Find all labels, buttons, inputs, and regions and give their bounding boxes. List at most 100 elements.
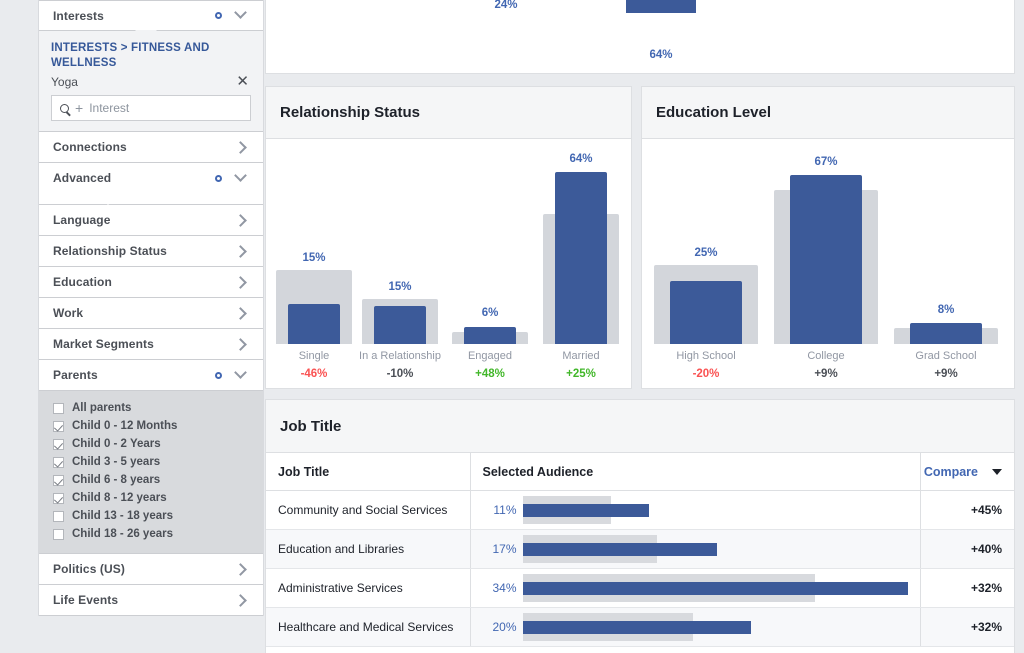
bar-group-college[interactable]: 67% xyxy=(774,139,878,344)
sidebar-item-connections[interactable]: Connections xyxy=(39,132,263,163)
sidebar-item-education[interactable]: Education xyxy=(39,267,263,298)
chevron-right-icon xyxy=(234,244,247,258)
filter-applied-icon xyxy=(215,371,222,379)
checkbox-child-0-2-years[interactable]: Child 0 - 2 Years xyxy=(53,435,263,453)
checkbox-all-parents[interactable]: All parents xyxy=(53,399,263,417)
bar-selected xyxy=(522,543,717,556)
chevron-right-icon xyxy=(234,562,247,576)
cell-percent: 20% xyxy=(492,620,517,634)
bar-group-high-school[interactable]: 25% xyxy=(654,139,758,344)
checkbox-child-8-12-years[interactable]: Child 8 - 12 years xyxy=(53,489,263,507)
checkbox-child-3-5-years[interactable]: Child 3 - 5 years xyxy=(53,453,263,471)
bar-selected xyxy=(464,327,516,344)
cell-compare-delta: +40% xyxy=(920,529,1014,569)
sidebar-item-label: Market Segments xyxy=(53,337,154,351)
chevron-right-icon xyxy=(234,140,247,154)
delta-label: +25% xyxy=(566,368,596,380)
bar-value-label: 6% xyxy=(481,307,499,319)
search-input-placeholder[interactable]: Interest xyxy=(89,101,129,115)
column-header-selected-audience[interactable]: Selected Audience xyxy=(470,452,921,491)
bar-group-in-a-relationship[interactable]: 15% xyxy=(362,139,438,344)
chart-plot-area: 25% High School -20% 67% College +9% 8% … xyxy=(642,139,1014,388)
filters-sidebar: Interests INTERESTS > FITNESS AND WELLNE… xyxy=(38,0,264,616)
table-row[interactable]: Healthcare and Medical Services 20% +32% xyxy=(266,607,1014,647)
close-icon[interactable]: ✕ xyxy=(234,74,251,89)
card-header: Relationship Status xyxy=(266,87,631,139)
checkbox-child-6-8-years[interactable]: Child 6 - 8 years xyxy=(53,471,263,489)
bar-stack xyxy=(522,613,908,641)
sidebar-item-label: Politics (US) xyxy=(53,562,125,576)
table-row[interactable]: Community and Social Services 11% +45% xyxy=(266,490,1014,530)
category-label: Engaged xyxy=(467,350,513,362)
delta-label: +9% xyxy=(934,368,958,380)
bar-group-married[interactable]: 64% xyxy=(543,139,619,344)
chevron-right-icon xyxy=(234,306,247,320)
cell-job-title: Education and Libraries xyxy=(266,529,471,569)
sidebar-item-relationship-status[interactable]: Relationship Status xyxy=(39,236,263,267)
sidebar-item-parents[interactable]: Parents xyxy=(39,360,263,391)
sidebar-item-politics-us[interactable]: Politics (US) xyxy=(39,554,263,585)
chevron-down-icon xyxy=(234,6,247,19)
checkbox-label: Child 0 - 2 Years xyxy=(72,438,161,450)
bar-value-label: 8% xyxy=(937,304,955,316)
delta-label: +9% xyxy=(814,368,838,380)
sidebar-item-label: Relationship Status xyxy=(53,244,167,258)
checkbox-label: Child 3 - 5 years xyxy=(72,456,161,468)
search-icon xyxy=(60,103,69,113)
bar-group-single[interactable]: 15% xyxy=(276,139,352,344)
card-title: Education Level xyxy=(656,104,772,121)
cell-job-title: Healthcare and Medical Services xyxy=(266,607,471,647)
bar-stack xyxy=(522,574,908,602)
checkbox-icon xyxy=(53,402,64,414)
sidebar-item-language[interactable]: Language xyxy=(39,205,263,236)
card-title: Job Title xyxy=(280,417,342,435)
bar-selected xyxy=(910,323,982,344)
column-header-compare[interactable]: Compare xyxy=(920,452,1014,491)
category-label: High School xyxy=(676,350,736,362)
bar-value-label: 67% xyxy=(814,156,838,168)
sidebar-item-market-segments[interactable]: Market Segments xyxy=(39,329,263,360)
card-header: Education Level xyxy=(642,87,1014,139)
category-label: College xyxy=(807,350,845,362)
table-header-row: Job Title Selected Audience Compare xyxy=(266,452,1014,491)
chevron-right-icon xyxy=(234,275,247,289)
sidebar-item-label: Language xyxy=(53,213,111,227)
bar-group-grad-school[interactable]: 8% xyxy=(894,139,998,344)
cell-job-title: Community and Social Services xyxy=(266,490,471,530)
category-label: Married xyxy=(562,350,600,362)
bar-selected xyxy=(522,582,908,595)
chevron-down-icon[interactable] xyxy=(992,468,1002,475)
checkbox-child-13-18-years[interactable]: Child 13 - 18 years xyxy=(53,507,263,525)
delta-label: +48% xyxy=(475,368,505,380)
chevron-down-icon xyxy=(234,168,247,182)
sidebar-item-life-events[interactable]: Life Events xyxy=(39,585,263,616)
chevron-right-icon xyxy=(234,593,247,607)
bar-selected xyxy=(626,0,696,13)
table-row[interactable]: Administrative Services 34% +32% xyxy=(266,568,1014,608)
sidebar-item-label: Advanced xyxy=(53,171,112,185)
sidebar-item-label: Life Events xyxy=(53,593,119,607)
education-level-card: Education Level 25% High School -20% 67%… xyxy=(641,86,1015,389)
bar-selected xyxy=(522,621,751,634)
table-row[interactable]: Education and Libraries 17% +40% xyxy=(266,529,1014,569)
bar-group-engaged[interactable]: 6% xyxy=(452,139,528,344)
cell-compare-delta: +32% xyxy=(920,607,1014,647)
checkbox-child-18-26-years[interactable]: Child 18 - 26 years xyxy=(53,525,263,543)
breadcrumb[interactable]: INTERESTS > FITNESS AND WELLNESS xyxy=(51,41,251,71)
category-label: Grad School xyxy=(915,350,977,362)
selected-interest-row: Yoga ✕ xyxy=(51,74,251,89)
chart-plot-area: 24% 64% xyxy=(266,0,1014,73)
checkbox-icon xyxy=(53,510,64,522)
category-label: In a Relationship xyxy=(359,350,441,362)
sidebar-item-work[interactable]: Work xyxy=(39,298,263,329)
checkbox-checked-icon xyxy=(53,420,64,432)
checkbox-child-0-12-months[interactable]: Child 0 - 12 Months xyxy=(53,417,263,435)
interest-search-box[interactable]: + Interest xyxy=(51,95,251,121)
checkbox-label: Child 13 - 18 years xyxy=(72,510,173,522)
cell-selected-audience: 11% xyxy=(470,490,921,530)
column-header-job-title[interactable]: Job Title xyxy=(266,452,471,491)
sidebar-item-advanced[interactable]: Advanced xyxy=(39,163,263,194)
sidebar-item-interests[interactable]: Interests xyxy=(39,0,263,31)
interests-panel: INTERESTS > FITNESS AND WELLNESS Yoga ✕ … xyxy=(39,31,263,132)
cell-percent: 34% xyxy=(492,581,517,595)
